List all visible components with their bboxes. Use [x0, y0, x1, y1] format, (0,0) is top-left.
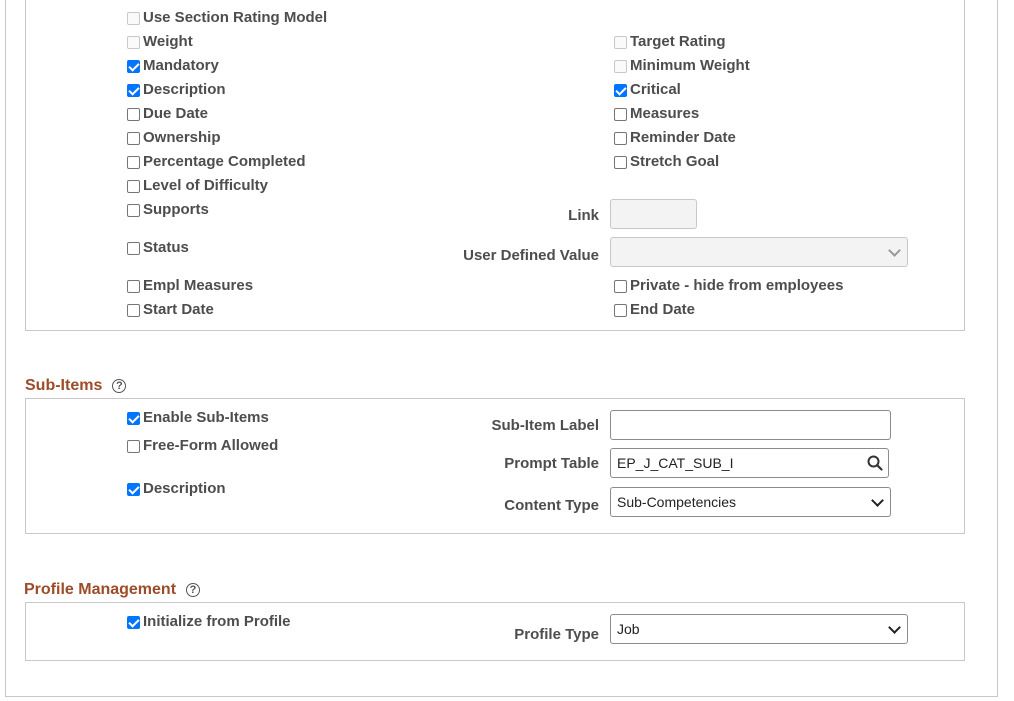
prompt-table-input[interactable]: EP_J_CAT_SUB_I	[610, 448, 889, 478]
sub-items-description-checkbox[interactable]: Description	[127, 481, 226, 497]
checkbox-label: Empl Measures	[143, 278, 253, 294]
checkbox-label: End Date	[630, 302, 695, 318]
description-checkbox[interactable]: Description	[127, 82, 226, 98]
checkbox-box[interactable]	[127, 204, 140, 217]
supports-checkbox[interactable]: Supports	[127, 202, 209, 218]
checkbox-box[interactable]	[614, 304, 627, 317]
checkbox-label: Reminder Date	[630, 130, 736, 146]
link-label: Link	[568, 208, 599, 224]
chevron-down-icon	[871, 494, 884, 507]
checkbox-label: Ownership	[143, 130, 221, 146]
percentage-completed-checkbox[interactable]: Percentage Completed	[127, 154, 306, 170]
checkbox-box[interactable]	[127, 440, 140, 453]
checkbox-label: Supports	[143, 202, 209, 218]
checkbox-box[interactable]	[127, 156, 140, 169]
sub-item-label-input[interactable]	[610, 410, 891, 440]
checkbox-label: Percentage Completed	[143, 154, 306, 170]
level-of-difficulty-checkbox[interactable]: Level of Difficulty	[127, 178, 268, 194]
checkbox-label: Minimum Weight	[630, 58, 750, 74]
checkbox-box[interactable]	[127, 304, 140, 317]
profile-management-title: Profile Management	[24, 581, 176, 599]
checkbox-box[interactable]	[614, 60, 627, 73]
profile-type-select[interactable]: Job	[610, 614, 908, 644]
checkbox-label: Level of Difficulty	[143, 178, 268, 194]
start-date-checkbox[interactable]: Start Date	[127, 302, 214, 318]
prompt-table-label: Prompt Table	[504, 456, 599, 472]
status-checkbox[interactable]: Status	[127, 240, 189, 256]
content-type-selected: Sub-Competencies	[617, 494, 873, 510]
checkbox-label: Due Date	[143, 106, 208, 122]
checkbox-box[interactable]	[127, 280, 140, 293]
checkbox-box[interactable]	[614, 108, 627, 121]
minimum-weight-checkbox[interactable]: Minimum Weight	[614, 58, 750, 74]
content-type-label: Content Type	[504, 498, 599, 514]
ownership-checkbox[interactable]: Ownership	[127, 130, 221, 146]
use-section-rating-model-checkbox[interactable]: Use Section Rating Model	[127, 10, 327, 26]
checkbox-box[interactable]	[127, 36, 140, 49]
stretch-goal-checkbox[interactable]: Stretch Goal	[614, 154, 719, 170]
checkbox-label: Description	[143, 82, 226, 98]
due-date-checkbox[interactable]: Due Date	[127, 106, 208, 122]
initialize-from-profile-checkbox[interactable]: Initialize from Profile	[127, 614, 291, 630]
checkbox-label: Status	[143, 240, 189, 256]
checkbox-box[interactable]	[127, 84, 140, 97]
help-icon[interactable]: ?	[186, 583, 200, 597]
profile-type-selected: Job	[617, 621, 890, 637]
checkbox-label: Weight	[143, 34, 193, 50]
search-icon[interactable]	[866, 454, 884, 472]
enable-sub-items-checkbox[interactable]: Enable Sub-Items	[127, 410, 269, 426]
checkbox-box[interactable]	[127, 412, 140, 425]
link-field[interactable]	[610, 199, 697, 229]
empl-measures-checkbox[interactable]: Empl Measures	[127, 278, 253, 294]
chevron-down-icon	[888, 621, 901, 634]
checkbox-label: Target Rating	[630, 34, 726, 50]
content-type-select[interactable]: Sub-Competencies	[610, 487, 891, 517]
checkbox-box[interactable]	[127, 108, 140, 121]
critical-checkbox[interactable]: Critical	[614, 82, 681, 98]
weight-checkbox[interactable]: Weight	[127, 34, 193, 50]
checkbox-box[interactable]	[614, 280, 627, 293]
checkbox-box[interactable]	[614, 36, 627, 49]
checkbox-label: Private - hide from employees	[630, 278, 843, 294]
private-hide-checkbox[interactable]: Private - hide from employees	[614, 278, 843, 294]
checkbox-box[interactable]	[127, 60, 140, 73]
checkbox-box[interactable]	[614, 156, 627, 169]
measures-checkbox[interactable]: Measures	[614, 106, 699, 122]
chevron-down-icon	[888, 244, 901, 257]
checkbox-box[interactable]	[127, 242, 140, 255]
checkbox-box[interactable]	[127, 483, 140, 496]
user-defined-value-select[interactable]	[610, 237, 908, 267]
checkbox-label: Stretch Goal	[630, 154, 719, 170]
checkbox-label: Use Section Rating Model	[143, 10, 327, 26]
checkbox-label: Initialize from Profile	[143, 614, 291, 630]
checkbox-box[interactable]	[614, 132, 627, 145]
mandatory-checkbox[interactable]: Mandatory	[127, 58, 219, 74]
checkbox-box[interactable]	[614, 84, 627, 97]
sub-items-title: Sub-Items	[25, 377, 102, 395]
reminder-date-checkbox[interactable]: Reminder Date	[614, 130, 736, 146]
checkbox-box[interactable]	[127, 12, 140, 25]
profile-type-label: Profile Type	[514, 627, 599, 643]
profile-management-section-title: Profile Management ?	[24, 581, 200, 599]
target-rating-checkbox[interactable]: Target Rating	[614, 34, 726, 50]
checkbox-label: Measures	[630, 106, 699, 122]
checkbox-box[interactable]	[127, 132, 140, 145]
checkbox-label: Mandatory	[143, 58, 219, 74]
checkbox-label: Enable Sub-Items	[143, 410, 269, 426]
end-date-checkbox[interactable]: End Date	[614, 302, 695, 318]
user-defined-value-label: User Defined Value	[463, 248, 599, 264]
prompt-table-value: EP_J_CAT_SUB_I	[617, 455, 866, 471]
sub-item-label-label: Sub-Item Label	[491, 418, 599, 434]
free-form-allowed-checkbox[interactable]: Free-Form Allowed	[127, 438, 278, 454]
sub-items-section-title: Sub-Items ?	[25, 377, 126, 395]
checkbox-label: Critical	[630, 82, 681, 98]
checkbox-box[interactable]	[127, 180, 140, 193]
checkbox-label: Free-Form Allowed	[143, 438, 278, 454]
checkbox-label: Description	[143, 481, 226, 497]
checkbox-label: Start Date	[143, 302, 214, 318]
checkbox-box[interactable]	[127, 616, 140, 629]
help-icon[interactable]: ?	[112, 379, 126, 393]
